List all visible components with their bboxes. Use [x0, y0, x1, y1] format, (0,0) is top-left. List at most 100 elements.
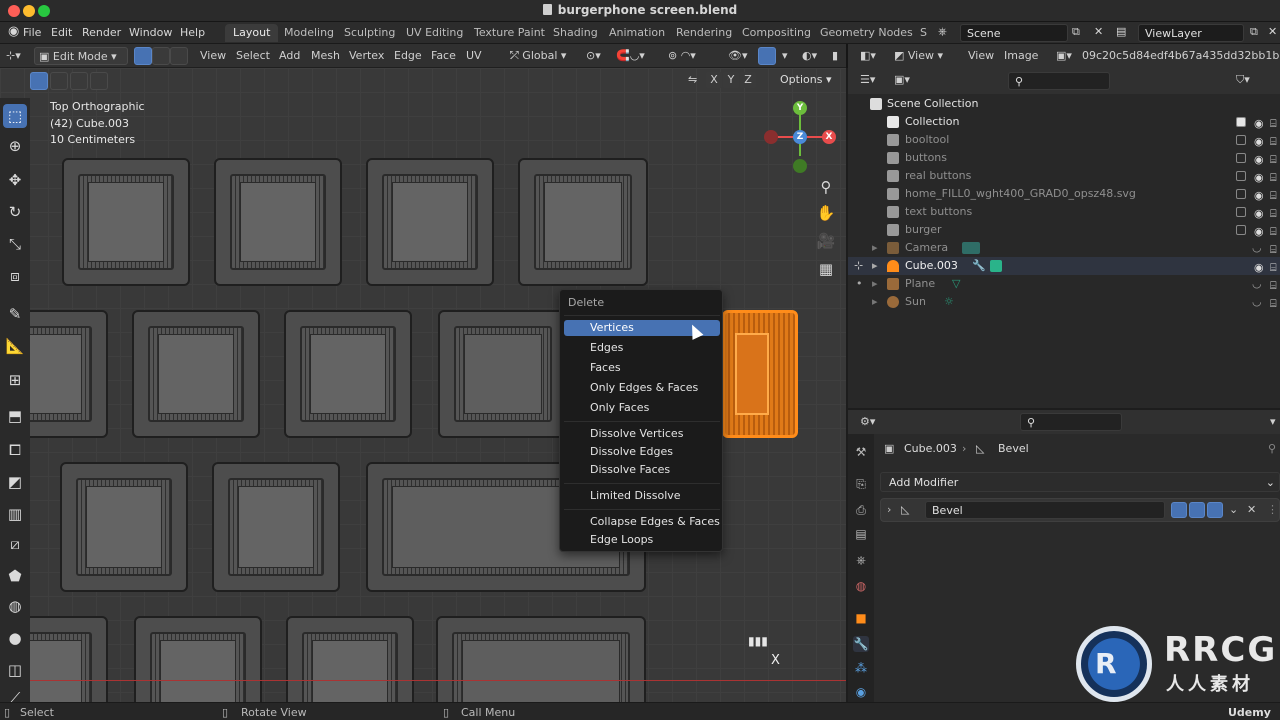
gizmo-toggle-icon[interactable] — [758, 47, 776, 65]
expand-modifier-icon[interactable]: › — [887, 503, 891, 516]
shading-icon[interactable]: ▮ — [828, 47, 842, 65]
display-mode-icon[interactable]: ▣▾ — [890, 71, 914, 89]
workspace-tab-uv-editing[interactable]: UV Editing — [398, 24, 471, 42]
expand-arrow-icon[interactable]: ▸ — [872, 293, 878, 311]
select-intersect-button[interactable] — [90, 72, 108, 90]
outliner-row-cube-003[interactable]: ⊹ ▸ Cube.003 🔧 ◉ ⌸ — [848, 257, 1280, 275]
include-checkbox[interactable] — [1236, 171, 1246, 181]
workspace-tab-compositing[interactable]: Compositing — [734, 24, 819, 42]
properties-search-input[interactable]: ⚲ — [1020, 413, 1122, 431]
delete-scene-icon[interactable]: ✕ — [1094, 25, 1103, 38]
scene-tab-icon[interactable]: ⎈ — [853, 552, 869, 568]
workspace-tab-shading[interactable]: Shading — [545, 24, 606, 42]
outliner-search-input[interactable]: ⚲ — [1008, 72, 1110, 90]
view-layer-tab-icon[interactable]: ▤ — [853, 526, 869, 542]
viewport-toggle-icon[interactable] — [1189, 502, 1205, 518]
mode-selector[interactable]: ▣ Edit Mode ▾ — [34, 47, 128, 65]
annotate-tool-icon[interactable]: ✎ — [3, 302, 27, 326]
edit-mode-object-icon[interactable]: ⊹ — [854, 257, 863, 275]
edge-slide-tool-icon[interactable]: ◫ — [3, 658, 27, 682]
pin-icon[interactable]: ⚲ — [1268, 442, 1276, 455]
mirror-icon[interactable]: ⇋ — [688, 73, 697, 86]
workspace-tab-layout[interactable]: Layout — [225, 24, 279, 42]
tool-tab-icon[interactable]: ⚒ — [853, 444, 869, 460]
bevel-tool-icon[interactable]: ◩ — [3, 470, 27, 494]
menu-view[interactable]: View — [196, 47, 230, 65]
blender-logo-icon[interactable]: ◉ — [8, 24, 19, 39]
outliner-row-sun[interactable]: ▸ Sun ☼ ◡ ⌸ — [848, 293, 1280, 311]
menu-edit[interactable]: Edit — [51, 26, 72, 39]
workspace-tab-animation[interactable]: Animation — [601, 24, 673, 42]
collapse-edges-faces-item[interactable]: Collapse Edges & Faces — [564, 514, 720, 530]
filter-icon[interactable]: ⛉▾ — [1232, 71, 1254, 89]
render-toggle-icon[interactable] — [1207, 502, 1223, 518]
menu-mesh[interactable]: Mesh — [307, 47, 344, 65]
transform-tool-icon[interactable]: ⧈ — [3, 264, 27, 288]
overlays-icon[interactable]: ◐▾ — [798, 47, 821, 65]
render-camera-icon[interactable]: ⌸ — [1270, 295, 1277, 313]
visibility-icon[interactable]: 👁▾ — [724, 47, 752, 65]
image-menu-view[interactable]: View — [964, 47, 998, 65]
image-view-mode-selector[interactable]: ◩ View ▾ — [890, 47, 947, 65]
delete-view-layer-icon[interactable]: ✕ — [1268, 25, 1277, 38]
select-subtract-button[interactable] — [70, 72, 88, 90]
menu-window[interactable]: Window — [129, 26, 172, 39]
axis-x-button[interactable]: X — [706, 72, 722, 88]
limited-dissolve-item[interactable]: Limited Dissolve — [564, 488, 720, 504]
axis-y-button[interactable]: Y — [723, 72, 739, 88]
cursor-tool-icon[interactable]: ⊕ — [3, 134, 27, 158]
image-editor-type-icon[interactable]: ◧▾ — [856, 47, 880, 65]
hidden-icon[interactable]: ◡ — [1252, 239, 1262, 257]
render-tab-icon[interactable]: ⎘ — [853, 476, 869, 492]
outliner-row-scene-collection[interactable]: Scene Collection — [848, 95, 1280, 113]
object-tab-icon[interactable]: ■ — [853, 610, 869, 626]
remove-modifier-icon[interactable]: ✕ — [1247, 503, 1256, 516]
outliner-row-booltool[interactable]: booltool ◉ ⌸ — [848, 131, 1280, 149]
select-extend-button[interactable] — [50, 72, 68, 90]
axis-z-button[interactable]: Z — [740, 72, 756, 88]
loop-cut-tool-icon[interactable]: ▥ — [3, 502, 27, 526]
inset-tool-icon[interactable]: ⧠ — [3, 438, 27, 462]
drag-handle-icon[interactable]: ⋮⋮ — [1267, 503, 1280, 516]
menu-vertex[interactable]: Vertex — [345, 47, 388, 65]
menu-face[interactable]: Face — [427, 47, 460, 65]
edit-mode-toggle-icon[interactable] — [1171, 502, 1187, 518]
ortho-grid-icon[interactable]: ▦ — [815, 258, 837, 280]
proportional-edit-icon[interactable]: ⊚ ◠▾ — [664, 47, 700, 65]
outliner-row-burger[interactable]: burger ◉ ⌸ — [848, 221, 1280, 239]
properties-editor-type-icon[interactable]: ⚙▾ — [856, 413, 879, 431]
workspace-tab-scripting[interactable]: S — [912, 24, 935, 42]
new-scene-icon[interactable]: ⧉ — [1072, 25, 1080, 39]
poly-build-tool-icon[interactable]: ⬟ — [3, 564, 27, 588]
delete-only-faces-item[interactable]: Only Faces — [564, 400, 720, 416]
zoom-icon[interactable]: ⚲ — [815, 176, 837, 198]
scale-tool-icon[interactable]: ⤡ — [3, 232, 27, 256]
include-checkbox[interactable] — [1236, 207, 1246, 217]
move-tool-icon[interactable]: ✥ — [3, 168, 27, 192]
outliner-row-buttons[interactable]: buttons ◉ ⌸ — [848, 149, 1280, 167]
outliner-row-text-buttons[interactable]: text buttons ◉ ⌸ — [848, 203, 1280, 221]
outliner-row-plane[interactable]: • ▸ Plane ▽ ◡ ⌸ — [848, 275, 1280, 293]
workspace-tab-geometry-nodes[interactable]: Geometry Nodes — [812, 24, 921, 42]
hidden-icon[interactable]: ◡ — [1252, 275, 1262, 293]
workspace-tab-modeling[interactable]: Modeling — [276, 24, 342, 42]
delete-edges-item[interactable]: Edges — [564, 340, 720, 356]
menu-file[interactable]: File — [23, 26, 41, 39]
hidden-icon[interactable]: ◡ — [1252, 293, 1262, 311]
menu-edge[interactable]: Edge — [390, 47, 426, 65]
image-browse-icon[interactable]: ▣▾ — [1052, 47, 1076, 65]
modifier-tab-icon[interactable]: 🔧 — [853, 636, 869, 652]
delete-only-edges-faces-item[interactable]: Only Edges & Faces — [564, 380, 720, 396]
include-checkbox[interactable] — [1236, 117, 1246, 127]
gizmo-dropdown-icon[interactable]: ▾ — [778, 47, 792, 65]
dissolve-edges-item[interactable]: Dissolve Edges — [564, 444, 720, 460]
select-new-button[interactable] — [30, 72, 48, 90]
workspace-tab-sculpting[interactable]: Sculpting — [336, 24, 403, 42]
outliner-row-home-svg[interactable]: home_FILL0_wght400_GRAD0_opsz48.svg ◉ ⌸ — [848, 185, 1280, 203]
selected-mesh-tile[interactable] — [722, 310, 798, 438]
gizmo-x-icon[interactable]: X — [822, 130, 836, 144]
expand-arrow-icon[interactable]: ▸ — [872, 257, 878, 275]
face-select-button[interactable] — [170, 47, 188, 65]
scene-selector[interactable]: Scene — [960, 24, 1068, 42]
menu-render[interactable]: Render — [82, 26, 121, 39]
